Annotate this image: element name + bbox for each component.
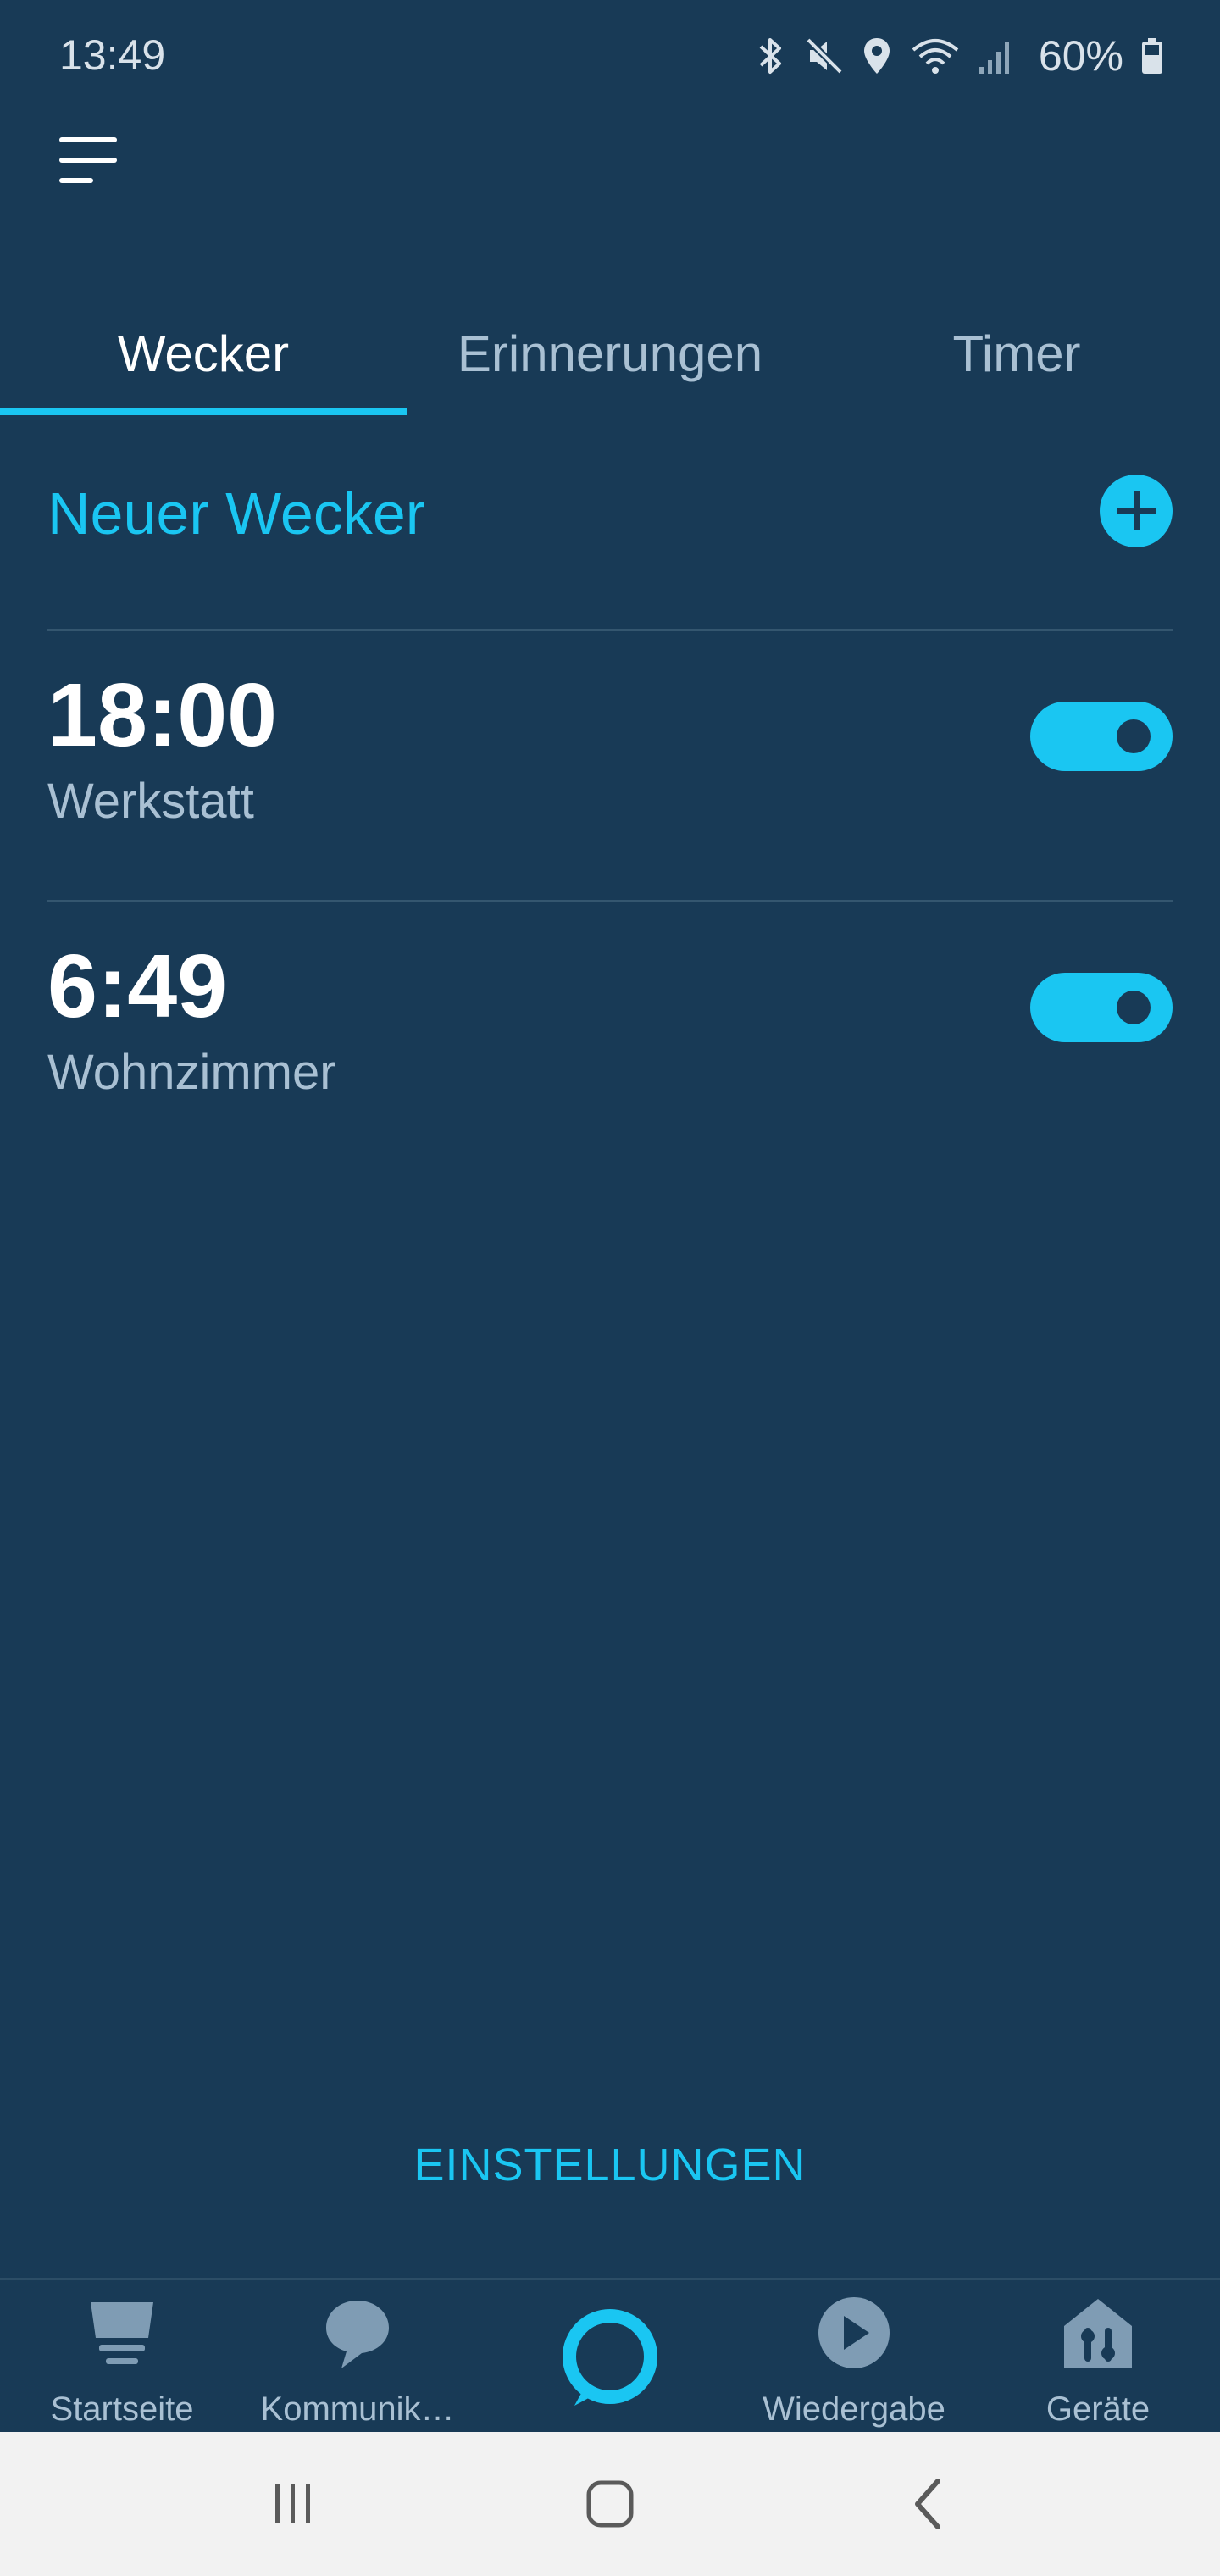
- back-button[interactable]: [878, 2466, 979, 2542]
- status-icons: 60%: [754, 31, 1164, 81]
- location-icon: [863, 38, 890, 74]
- menu-button[interactable]: [56, 132, 120, 190]
- recent-apps-button[interactable]: [242, 2466, 344, 2542]
- alarm-toggle[interactable]: [1030, 702, 1173, 771]
- system-navigation-bar: [0, 2432, 1220, 2576]
- mute-icon: [806, 37, 843, 75]
- nav-wiedergabe[interactable]: Wiedergabe: [732, 2296, 976, 2434]
- home-button[interactable]: [559, 2466, 661, 2542]
- add-alarm-button[interactable]: [1100, 475, 1173, 547]
- nav-geraete[interactable]: Geräte: [976, 2296, 1220, 2434]
- toggle-knob: [1117, 719, 1151, 753]
- alarm-item[interactable]: 18:00 Werkstatt: [47, 634, 1173, 888]
- nav-label: Wiedergabe: [762, 2390, 946, 2428]
- chat-icon: [326, 2301, 389, 2368]
- bluetooth-icon: [759, 38, 781, 74]
- divider: [47, 629, 1173, 631]
- new-alarm-label[interactable]: Neuer Wecker: [47, 480, 425, 547]
- nav-alexa[interactable]: [488, 2296, 732, 2434]
- signal-icon: [979, 42, 1009, 74]
- wifi-icon: [912, 39, 959, 74]
- devices-icon: [1064, 2299, 1132, 2368]
- back-icon: [915, 2479, 940, 2529]
- home-icon: [91, 2302, 153, 2364]
- toggle-knob: [1117, 991, 1151, 1024]
- battery-icon: [1142, 38, 1162, 74]
- alarm-device: Wohnzimmer: [47, 1045, 336, 1100]
- play-icon: [818, 2297, 890, 2368]
- battery-percentage: 60%: [1038, 32, 1123, 80]
- nav-label: Kommunik…: [260, 2390, 455, 2428]
- settings-button[interactable]: EINSTELLUNGEN: [0, 2139, 1220, 2191]
- menu-icon: [59, 137, 117, 183]
- nav-label: Geräte: [1045, 2390, 1151, 2428]
- status-bar: 13:49 60%: [0, 0, 1220, 115]
- nav-kommunikation[interactable]: Kommunik…: [236, 2296, 480, 2434]
- tab-wecker[interactable]: Wecker: [0, 312, 407, 397]
- bottom-navigation: Startseite Kommunik… Wiedergabe Geräte: [0, 2278, 1220, 2432]
- nav-label: Startseite: [50, 2390, 194, 2428]
- nav-startseite[interactable]: Startseite: [0, 2296, 244, 2434]
- active-tab-indicator: [0, 408, 407, 415]
- recent-apps-icon: [275, 2484, 310, 2523]
- alarms-screen: 13:49 60% Wecker Erinnerungen Timer Neue…: [0, 0, 1220, 2576]
- alarm-time: 6:49: [47, 936, 228, 1036]
- alarm-toggle[interactable]: [1030, 973, 1173, 1042]
- tab-bar: Wecker Erinnerungen Timer: [0, 288, 1220, 417]
- alarm-item[interactable]: 6:49 Wohnzimmer: [47, 905, 1173, 1159]
- divider: [47, 900, 1173, 902]
- tab-timer[interactable]: Timer: [813, 312, 1220, 397]
- alarm-time: 18:00: [47, 665, 278, 765]
- alexa-icon: [563, 2309, 657, 2406]
- status-time: 13:49: [59, 31, 166, 79]
- tab-erinnerungen[interactable]: Erinnerungen: [407, 312, 813, 397]
- home-square-icon: [586, 2480, 634, 2528]
- alarm-device: Werkstatt: [47, 774, 254, 829]
